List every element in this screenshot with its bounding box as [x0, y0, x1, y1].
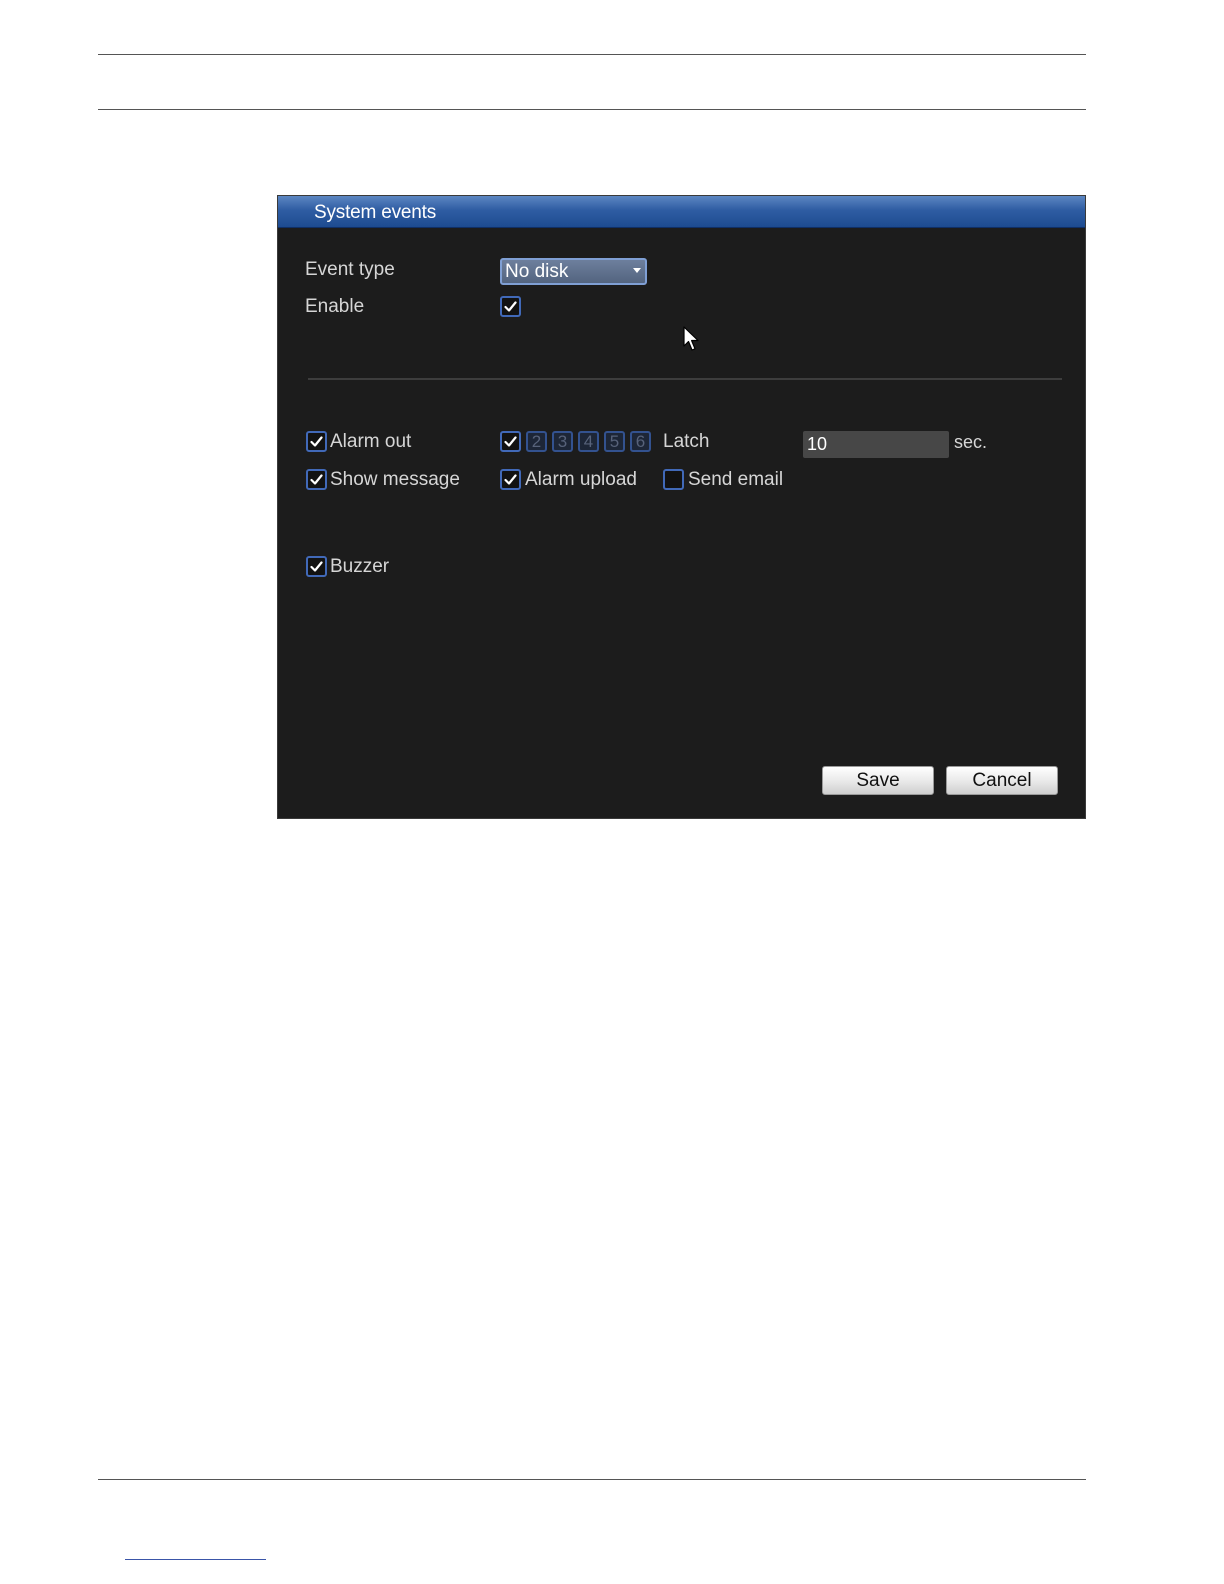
buzzer-label: Buzzer [330, 556, 390, 577]
check-icon [310, 561, 323, 572]
check-icon [310, 474, 323, 485]
send-email-label: Send email [688, 469, 784, 490]
show-message-label: Show message [330, 469, 460, 490]
footer-link-underline [125, 1559, 266, 1560]
latch-input[interactable]: 10 [803, 431, 949, 458]
alarm-upload-checkbox[interactable] [500, 469, 521, 490]
alarm-upload-label: Alarm upload [525, 469, 637, 490]
enable-label: Enable [305, 296, 365, 317]
alarm-out-channel-6[interactable]: 6 [630, 431, 651, 452]
mouse-pointer-icon [683, 326, 699, 351]
alarm-out-channel-5[interactable]: 5 [604, 431, 625, 452]
dialog-titlebar: System events [278, 196, 1085, 228]
enable-checkbox[interactable] [500, 296, 521, 317]
alarm-out-channel-3[interactable]: 3 [552, 431, 573, 452]
buzzer-checkbox[interactable] [306, 556, 327, 577]
latch-unit: sec. [954, 432, 988, 452]
header-rule-bottom [98, 109, 1086, 110]
event-type-value: No disk [505, 261, 569, 282]
footer-rule [98, 1479, 1086, 1480]
alarm-out-channel-4[interactable]: 4 [578, 431, 599, 452]
check-icon [504, 436, 517, 447]
event-type-select[interactable]: No disk [500, 258, 647, 285]
send-email-checkbox[interactable] [663, 469, 684, 490]
header-rule-top [98, 54, 1086, 55]
check-icon [504, 474, 517, 485]
dialog-title: System events [314, 202, 437, 223]
cancel-button[interactable]: Cancel [946, 766, 1058, 795]
alarm-out-channel-2[interactable]: 2 [526, 431, 547, 452]
section-divider [308, 378, 1062, 380]
latch-label: Latch [663, 431, 710, 452]
check-icon [504, 301, 517, 312]
alarm-out-checkbox[interactable] [306, 431, 327, 452]
chevron-down-icon [633, 268, 641, 273]
show-message-checkbox[interactable] [306, 469, 327, 490]
alarm-out-label: Alarm out [330, 431, 412, 452]
save-button[interactable]: Save [822, 766, 934, 795]
alarm-out-channel-1-checkbox[interactable] [500, 431, 521, 452]
system-events-dialog: System events Event type No disk Enable … [277, 195, 1086, 819]
event-type-label: Event type [305, 259, 395, 280]
check-icon [310, 436, 323, 447]
